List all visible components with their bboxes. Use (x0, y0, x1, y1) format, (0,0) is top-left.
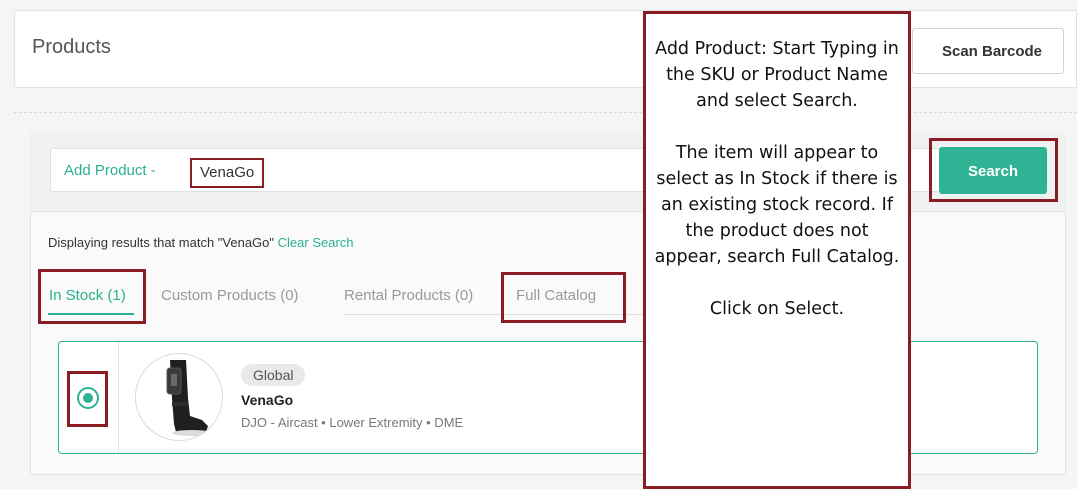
callout-step-select: Click on Select. (709, 299, 845, 319)
scan-barcode-button[interactable]: Scan Barcode (912, 28, 1064, 74)
product-name: VenaGo (241, 392, 294, 408)
in-stock-tab-highlight (38, 269, 146, 324)
results-message: Displaying results that match "VenaGo" C… (48, 235, 354, 250)
callout-step-add: Add Product: Start Typing in the SKU or … (655, 39, 899, 111)
results-message-text: Displaying results that match "VenaGo" (48, 235, 275, 250)
page-title: Products (32, 36, 111, 58)
card-divider (118, 342, 119, 453)
product-search-input[interactable]: VenaGo (190, 158, 265, 188)
product-meta: DJO - Aircast • Lower Extremity • DME (241, 415, 464, 430)
callout-step-instock: The item will appear to select as In Sto… (654, 143, 900, 267)
leg-brace-image (166, 360, 212, 436)
product-badge: Global (241, 364, 306, 386)
full-catalog-tab-highlight (501, 272, 626, 323)
tab-custom-products[interactable]: Custom Products (0) (161, 287, 299, 304)
clear-search-link[interactable]: Clear Search (278, 235, 354, 250)
add-product-label: Add Product - (64, 162, 156, 179)
instruction-callout: Add Product: Start Typing in the SKU or … (643, 11, 911, 489)
product-thumbnail (135, 353, 223, 441)
product-select-radio[interactable] (77, 387, 99, 409)
section-divider (14, 112, 1077, 113)
tab-rental-products[interactable]: Rental Products (0) (344, 287, 473, 304)
radio-selected-dot (83, 393, 93, 403)
search-button[interactable]: Search (939, 147, 1047, 194)
